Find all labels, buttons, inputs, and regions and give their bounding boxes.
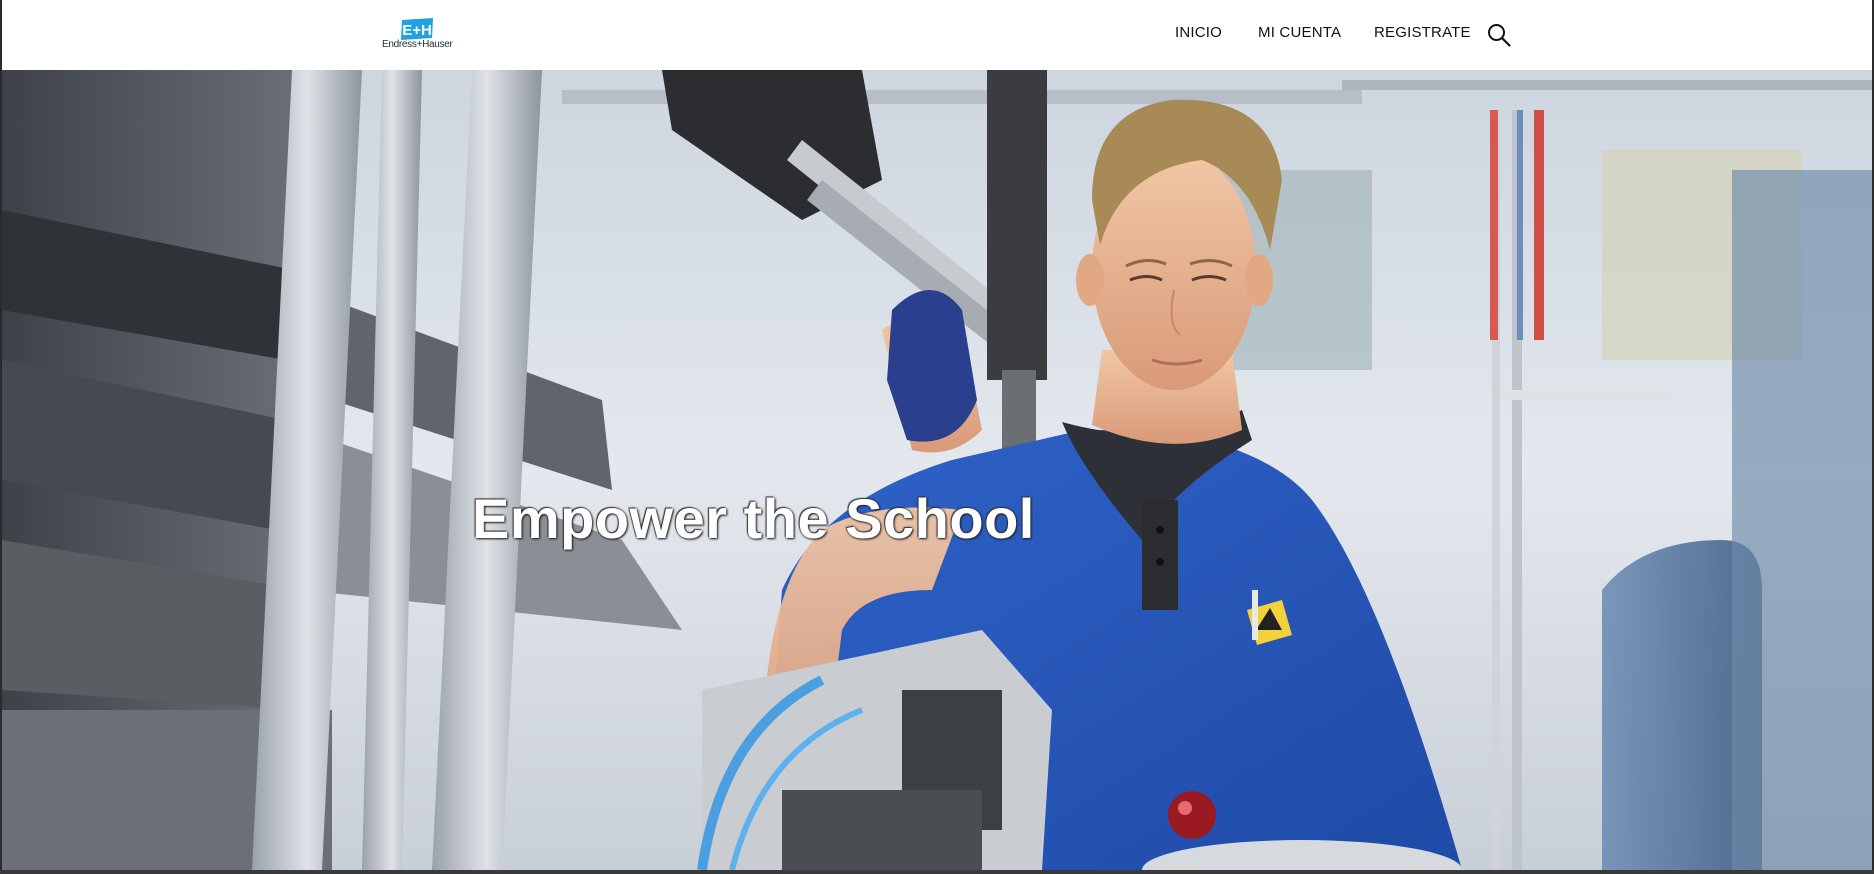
logo-mark-icon: E+H bbox=[401, 18, 433, 40]
nav-link-mi-cuenta[interactable]: MI CUENTA bbox=[1258, 24, 1341, 41]
hero-banner: Empower the School bbox=[2, 70, 1872, 870]
svg-text:E+H: E+H bbox=[402, 22, 432, 39]
browser-viewport: E+H Endress+Hauser INICIO MI CUENTA REGI… bbox=[2, 0, 1872, 870]
site-header: E+H Endress+Hauser INICIO MI CUENTA REGI… bbox=[2, 0, 1872, 70]
nav-link-registrate[interactable]: REGISTRATE bbox=[1374, 24, 1471, 41]
hero-background-image bbox=[2, 70, 1872, 870]
hero-title: Empower the School bbox=[472, 487, 1035, 550]
nav-link-inicio[interactable]: INICIO bbox=[1175, 24, 1222, 41]
endress-hauser-logo[interactable]: E+H Endress+Hauser bbox=[382, 18, 453, 52]
search-icon[interactable] bbox=[1486, 22, 1512, 48]
logo-text: Endress+Hauser bbox=[382, 39, 453, 50]
window-bottom-edge bbox=[0, 870, 1874, 874]
